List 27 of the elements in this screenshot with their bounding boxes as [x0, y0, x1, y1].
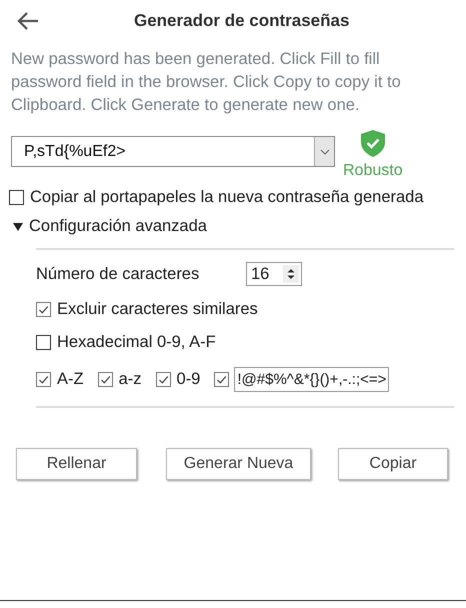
checkbox[interactable] [214, 372, 230, 387]
expand-triangle-icon[interactable] [13, 222, 23, 230]
action-button[interactable]: Copiar [338, 448, 448, 480]
checkbox[interactable] [156, 372, 171, 387]
spinner-arrows-icon[interactable] [283, 265, 299, 283]
action-button[interactable]: Rellenar [16, 448, 137, 480]
password-field[interactable]: P,sTd{%uEf2> [11, 136, 335, 167]
symbols-field[interactable]: !@#$%^&*{}()+,-.:;<=> [234, 367, 390, 392]
strength-label: Robusto [343, 162, 403, 180]
section-label[interactable]: Configuración avanzada [29, 217, 207, 236]
checkbox[interactable] [36, 372, 51, 387]
action-button[interactable]: Generar Nueva [166, 448, 311, 480]
checkbox[interactable] [36, 302, 51, 317]
checkbox-label: Hexadecimal 0-9, A-F [57, 333, 216, 352]
number-field[interactable]: 16 [246, 262, 302, 286]
checkbox[interactable] [98, 372, 113, 387]
checkbox-label: 0-9 [176, 370, 200, 389]
checkbox-label: Excluir caracteres similares [57, 300, 258, 319]
checkbox[interactable] [36, 335, 51, 350]
checkbox[interactable] [9, 190, 24, 205]
back-arrow-icon[interactable] [16, 11, 40, 31]
checkbox-label: a-z [118, 370, 142, 389]
checkbox-label: Copiar al portapapeles la nueva contraseña generada [30, 188, 424, 207]
window-title: Generador de contraseñas [134, 11, 350, 31]
description-text: New password has been generated. Click Fill to fill password field in the browser. Click Copy to copy it to Clipboard. Click Generate to generate new one. [11, 49, 402, 116]
field-label: Número de caracteres [36, 264, 200, 284]
checkbox-label: A-Z [57, 370, 84, 389]
